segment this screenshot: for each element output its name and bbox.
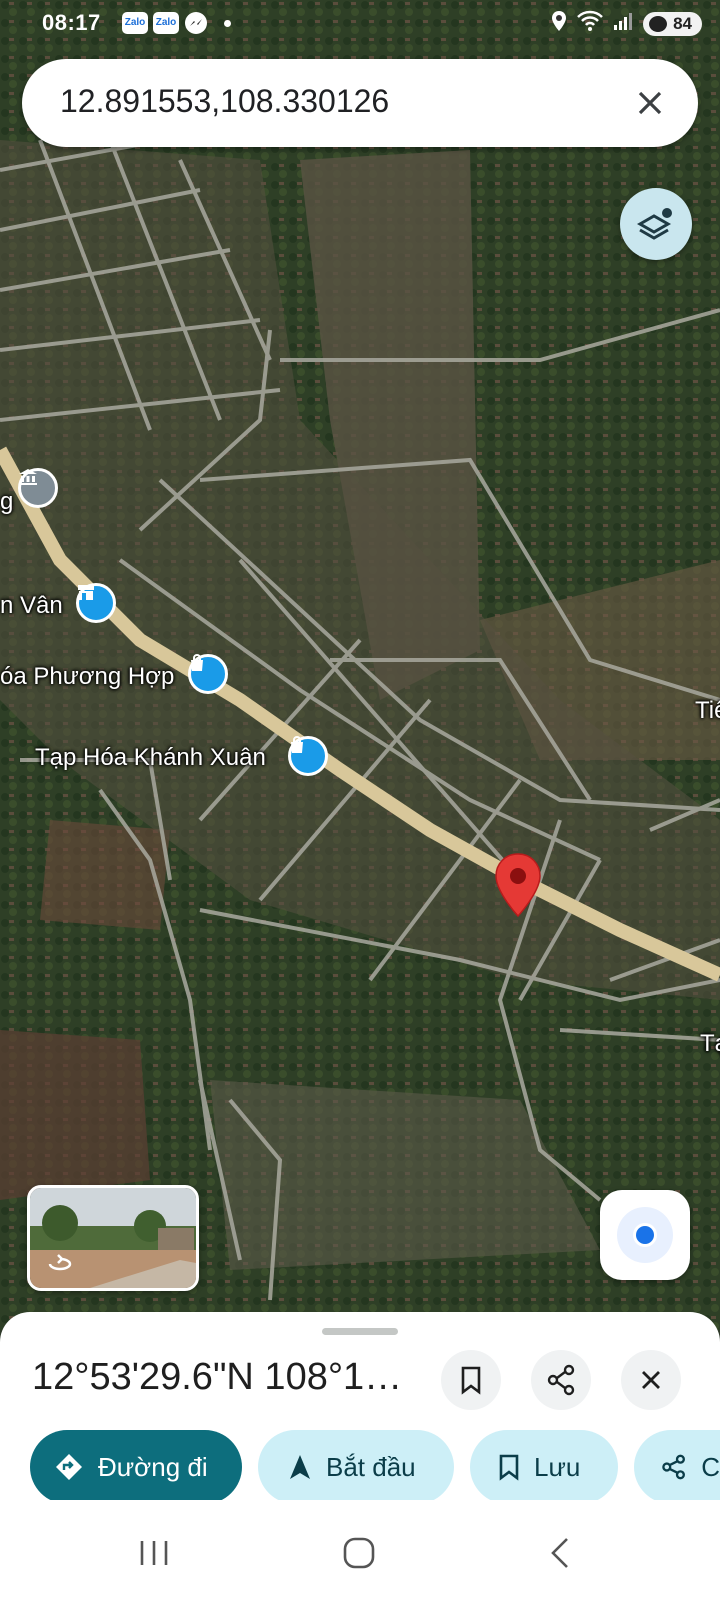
save-bookmark-button[interactable] [441, 1350, 501, 1410]
status-bar: 08:17 Zalo Zalo 84 [0, 0, 720, 48]
share-button[interactable] [531, 1350, 591, 1410]
poi-label-store: n Vân [0, 592, 63, 619]
bookmark-icon [499, 1454, 519, 1481]
zalo-notification-icon: Zalo [153, 12, 179, 34]
close-icon [638, 91, 662, 115]
poi-label-phuong-hop: óa Phương Hợp [0, 663, 175, 690]
signal-icon [613, 11, 633, 37]
map-label-edge-2: Tạ [700, 1030, 720, 1057]
home-icon [343, 1537, 375, 1569]
status-right: 84 [551, 10, 702, 38]
share-chip-button[interactable]: C [634, 1430, 720, 1504]
search-bar[interactable]: 12.891553,108.330126 [22, 59, 698, 147]
coordinates-title: 12°53'29.6"N 108°19'48.5"E [32, 1356, 412, 1398]
messenger-icon [185, 12, 207, 34]
shopping-bag-icon [288, 736, 328, 776]
recent-apps-icon [140, 1541, 168, 1565]
store-icon [76, 583, 116, 623]
layers-icon [636, 208, 672, 240]
poi-bank[interactable] [18, 468, 58, 508]
directions-label: Đường đi [98, 1451, 208, 1482]
map-label-partial: g [0, 488, 14, 515]
share-icon [662, 1454, 685, 1480]
system-navigation-bar [0, 1500, 720, 1605]
status-time: 08:17 [42, 10, 101, 35]
poi-label-khanh-xuan: Tạp Hóa Khánh Xuân [35, 744, 266, 771]
share-label: C [701, 1451, 720, 1482]
my-location-button[interactable] [600, 1190, 690, 1280]
location-icon [551, 10, 567, 38]
close-sheet-button[interactable] [621, 1350, 681, 1410]
directions-button[interactable]: Đường đi [30, 1430, 242, 1504]
start-label: Bắt đầu [326, 1451, 416, 1482]
share-icon [547, 1364, 575, 1396]
battery-indicator: 84 [643, 12, 702, 36]
shopping-bag-icon [188, 654, 228, 694]
map-label-edge-1: Tiê [695, 697, 720, 724]
save-button[interactable]: Lưu [470, 1430, 618, 1504]
my-location-icon [617, 1207, 673, 1263]
poi-khanh-xuan[interactable] [288, 736, 328, 776]
back-button[interactable] [548, 1536, 572, 1575]
bank-icon [18, 468, 58, 508]
satellite-map[interactable]: g n Vân óa Phương Hợp Tạp Hóa Khánh Xuân… [0, 0, 720, 1330]
back-icon [551, 1538, 568, 1568]
start-navigation-button[interactable]: Bắt đầu [258, 1430, 454, 1504]
save-label: Lưu [534, 1451, 581, 1482]
street-view-thumbnail[interactable] [27, 1185, 199, 1291]
poi-phuong-hop[interactable] [188, 654, 228, 694]
zalo-notification-icon: Zalo [122, 12, 148, 34]
navigation-arrow-icon [290, 1455, 310, 1479]
directions-icon [56, 1454, 82, 1480]
drag-handle[interactable] [322, 1328, 398, 1335]
clear-search-button[interactable] [626, 79, 674, 127]
search-query[interactable]: 12.891553,108.330126 [60, 83, 389, 120]
poi-store[interactable] [76, 583, 116, 623]
close-icon [642, 1371, 660, 1389]
wifi-icon [577, 10, 603, 38]
layers-button[interactable] [620, 188, 692, 260]
notification-dot-icon [224, 20, 231, 27]
recent-apps-button[interactable] [138, 1538, 170, 1573]
home-button[interactable] [342, 1536, 376, 1575]
bookmark-icon [461, 1366, 481, 1395]
